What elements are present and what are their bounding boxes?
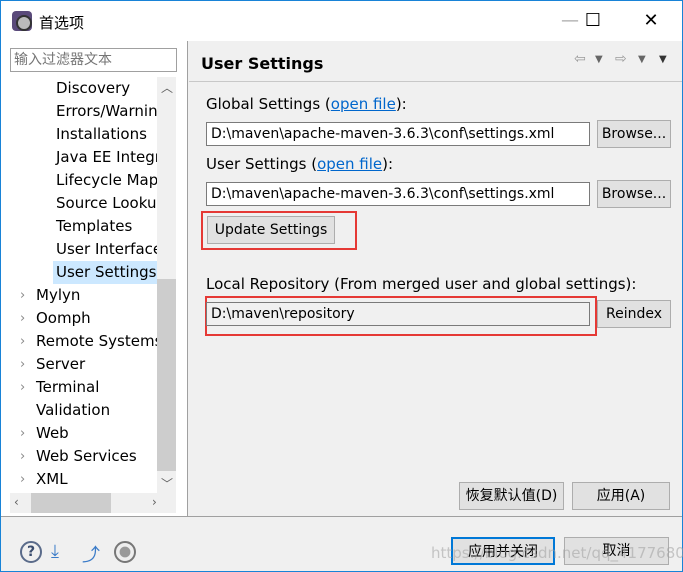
expand-chevron-icon[interactable]: › [20, 376, 25, 399]
import-icon[interactable]: ⤓ [51, 541, 73, 563]
page-title: User Settings [201, 54, 324, 73]
scrollbar-thumb[interactable] [31, 493, 111, 513]
scroll-up-icon[interactable]: ︿ [161, 79, 173, 96]
preferences-window: 首选项 — ☐ ✕ DiscoveryErrors/WarningsInstal… [0, 0, 683, 572]
expand-chevron-icon[interactable]: › [20, 307, 25, 330]
tree-item[interactable]: Templates [56, 215, 132, 238]
restore-defaults-button[interactable]: 恢复默认值(D) [459, 482, 564, 510]
tree-item[interactable]: XML [36, 468, 68, 491]
user-open-file-link[interactable]: open file [317, 155, 382, 173]
user-browse-button[interactable]: Browse... [597, 180, 671, 208]
global-browse-button[interactable]: Browse... [597, 120, 671, 148]
back-menu-icon[interactable]: ▼ [595, 54, 603, 65]
tree-item[interactable]: Oomph [36, 307, 91, 330]
tree-item[interactable]: Lifecycle Mappings [56, 169, 157, 192]
tree-item[interactable]: Web Services [36, 445, 137, 468]
expand-chevron-icon[interactable]: › [20, 468, 25, 491]
tree-item[interactable]: Terminal [36, 376, 99, 399]
global-settings-label: Global Settings (open file): [206, 95, 407, 113]
reindex-button[interactable]: Reindex [597, 300, 671, 328]
back-icon[interactable]: ⇦ [574, 51, 586, 67]
user-settings-label: User Settings (open file): [206, 155, 394, 173]
maximize-button[interactable]: ☐ [570, 7, 616, 35]
preference-tree-panel: DiscoveryErrors/WarningsInstallationsJav… [1, 41, 188, 516]
tree-item[interactable]: Remote Systems [36, 330, 157, 353]
close-button[interactable]: ✕ [628, 7, 674, 35]
tree-item[interactable]: Java EE Integration [56, 146, 157, 169]
divider [189, 81, 682, 82]
export-icon[interactable]: ⤴ [82, 541, 104, 566]
tree-item[interactable]: Errors/Warnings [56, 100, 157, 123]
help-icon[interactable]: ? [20, 541, 42, 563]
tree-item[interactable]: Web [36, 422, 69, 445]
scroll-down-icon[interactable]: ﹀ [161, 475, 173, 492]
eclipse-app-icon [12, 11, 32, 31]
user-settings-field[interactable]: D:\maven\apache-maven-3.6.3\conf\setting… [206, 182, 590, 206]
forward-icon[interactable]: ⇨ [615, 51, 627, 67]
tree-item[interactable]: Source Lookup [56, 192, 157, 215]
forward-menu-icon[interactable]: ▼ [638, 54, 646, 65]
tree-item[interactable]: Validation [36, 399, 110, 422]
vertical-scrollbar[interactable]: ︿ ﹀ [157, 77, 176, 493]
tree-item[interactable]: User Settings [53, 261, 157, 284]
local-repository-label: Local Repository (From merged user and g… [206, 275, 637, 293]
expand-chevron-icon[interactable]: › [20, 422, 25, 445]
tree-item[interactable]: Installations [56, 123, 147, 146]
expand-chevron-icon[interactable]: › [20, 353, 25, 376]
title-bar: 首选项 — ☐ ✕ [1, 1, 682, 41]
settings-page: User Settings ⇦ ▼ ⇨ ▼ ▼ Global Settings … [189, 41, 682, 516]
tree-item[interactable]: User Interface [56, 238, 157, 261]
expand-chevron-icon[interactable]: › [20, 284, 25, 307]
scrollbar-thumb[interactable] [157, 279, 176, 471]
view-menu-icon[interactable]: ▼ [659, 54, 667, 65]
expand-chevron-icon[interactable]: › [20, 445, 25, 468]
apply-button[interactable]: 应用(A) [572, 482, 670, 510]
record-icon[interactable] [114, 541, 136, 563]
tree-item[interactable]: Discovery [56, 77, 130, 100]
dialog-footer: ? ⤓ ⤴ 应用并关闭 取消 https://blog.csdn.net/qq_… [1, 516, 683, 572]
scroll-right-icon[interactable]: › [152, 495, 157, 509]
window-title: 首选项 [39, 14, 85, 32]
filter-input[interactable] [10, 48, 177, 72]
preference-tree: DiscoveryErrors/WarningsInstallationsJav… [1, 77, 157, 493]
tree-item[interactable]: Mylyn [36, 284, 80, 307]
horizontal-scrollbar[interactable]: ‹ › [10, 493, 176, 513]
global-settings-field[interactable]: D:\maven\apache-maven-3.6.3\conf\setting… [206, 122, 590, 146]
scroll-left-icon[interactable]: ‹ [14, 495, 19, 509]
local-repository-field[interactable]: D:\maven\repository [206, 302, 590, 326]
update-settings-button[interactable]: Update Settings [207, 216, 335, 244]
watermark: https://blog.csdn.net/qq_41776801 [431, 544, 683, 562]
tree-item[interactable]: Server [36, 353, 85, 376]
expand-chevron-icon[interactable]: › [20, 330, 25, 353]
global-open-file-link[interactable]: open file [331, 95, 396, 113]
